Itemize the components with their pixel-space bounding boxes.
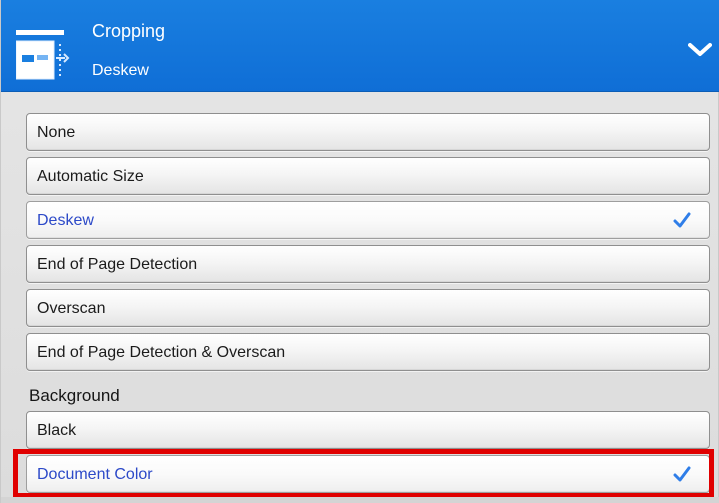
bottom-divider [1,497,719,503]
background-option-document-color[interactable]: Document Color [26,455,710,493]
option-label: Document Color [37,466,153,483]
option-label: Automatic Size [37,168,144,185]
cropping-header[interactable]: Cropping Deskew [1,0,719,92]
option-label: End of Page Detection & Overscan [37,344,286,361]
cropping-settings-panel: Cropping Deskew None Automatic Size Desk… [0,0,719,503]
chevron-down-icon[interactable] [688,42,712,58]
option-none[interactable]: None [26,113,710,151]
option-label: End of Page Detection [37,256,198,273]
option-automatic-size[interactable]: Automatic Size [26,157,710,195]
checkmark-icon [673,466,691,482]
option-label: Overscan [37,300,106,317]
option-label: Deskew [37,212,94,229]
option-overscan[interactable]: Overscan [26,289,710,327]
header-title: Cropping [92,21,166,41]
background-section-label: Background [29,386,120,405]
option-end-of-page-detection[interactable]: End of Page Detection [26,245,710,283]
header-subtitle: Deskew [92,62,149,79]
crop-document-icon [16,30,70,80]
checkmark-icon [673,212,691,228]
option-deskew[interactable]: Deskew [26,201,710,239]
background-option-black[interactable]: Black [26,411,710,449]
option-end-of-page-detection-and-overscan[interactable]: End of Page Detection & Overscan [26,333,710,371]
option-label: Black [37,422,77,439]
option-label: None [37,124,76,141]
